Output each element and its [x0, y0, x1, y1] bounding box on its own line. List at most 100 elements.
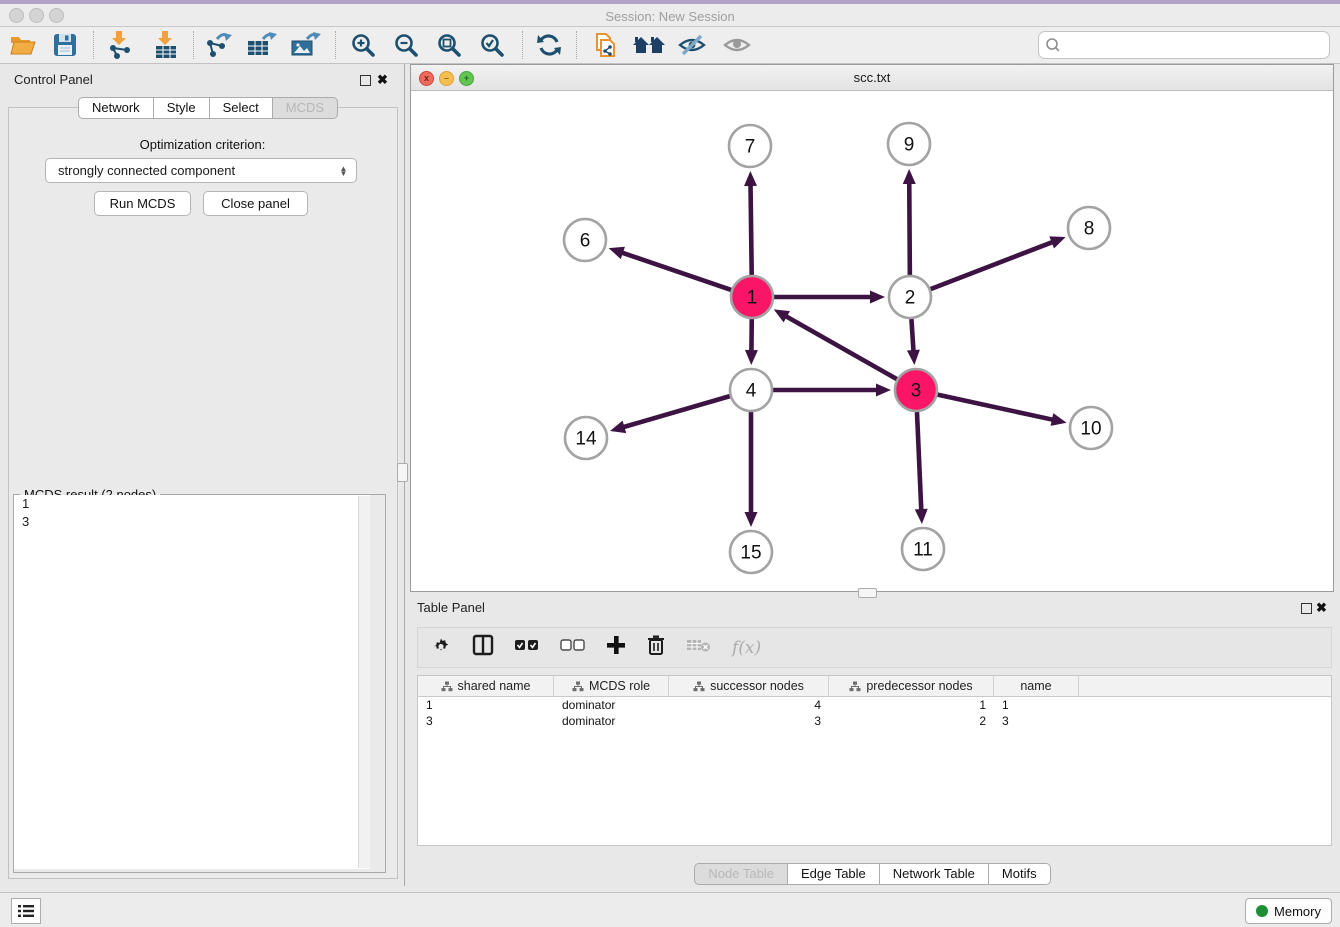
control-panel-float-icon[interactable]	[360, 75, 371, 86]
zoom-in-icon[interactable]	[345, 28, 381, 62]
toolbar-separator	[522, 31, 524, 59]
graph-edge-3-10[interactable]	[937, 395, 1053, 420]
tab-style[interactable]: Style	[154, 97, 210, 119]
mcds-result-scrollbar[interactable]	[358, 496, 370, 868]
show-hidden-icon[interactable]	[719, 28, 755, 62]
table-panel-close-icon[interactable]: ✖	[1316, 600, 1327, 616]
result-item[interactable]: 1	[14, 495, 370, 513]
graph-edge-arrowhead	[610, 421, 626, 433]
graph-edge-arrowhead	[745, 350, 758, 365]
add-column-icon[interactable]	[606, 635, 626, 660]
close-panel-button[interactable]: Close panel	[203, 191, 308, 216]
table-cell[interactable]: 3	[669, 713, 829, 729]
column-header-successor-nodes[interactable]: successor nodes	[669, 676, 829, 696]
graph-edge-4-14[interactable]	[622, 396, 729, 427]
task-history-button[interactable]	[11, 898, 41, 924]
graph-edge-2-8[interactable]	[931, 242, 1054, 289]
result-item[interactable]: 3	[14, 513, 370, 531]
table-row[interactable]: 1dominator411	[418, 697, 1331, 713]
new-network-from-selection-icon[interactable]	[587, 28, 623, 62]
tab-select[interactable]: Select	[210, 97, 273, 119]
column-header-label: name	[1020, 679, 1051, 693]
import-table-icon[interactable]	[148, 28, 184, 62]
table-cell[interactable]: 1	[994, 697, 1079, 713]
graph-edge-1-6[interactable]	[621, 252, 731, 290]
network-window-titlebar[interactable]: x – + scc.txt	[411, 65, 1333, 91]
table-row[interactable]: 3dominator323	[418, 713, 1331, 729]
tab-motifs[interactable]: Motifs	[989, 863, 1051, 885]
graph-edge-arrowhead	[1049, 236, 1065, 248]
tab-mcds[interactable]: MCDS	[273, 97, 338, 119]
criterion-value: strongly connected component	[46, 163, 339, 178]
horizontal-splitter-grip[interactable]	[858, 588, 877, 598]
column-type-icon	[572, 681, 584, 692]
show-all-networks-icon[interactable]	[631, 28, 667, 62]
hide-selected-icon[interactable]	[674, 28, 710, 62]
node-table[interactable]: shared name MCDS rolesuccessor nodesprede…	[417, 675, 1332, 846]
tab-edge-table[interactable]: Edge Table	[788, 863, 880, 885]
dropdown-stepper-icon: ▲▼	[339, 166, 348, 176]
network-canvas-svg[interactable]: 7968124314101511	[411, 90, 1333, 591]
graph-edge-2-9[interactable]	[909, 182, 910, 275]
graph-edge-arrowhead	[1051, 413, 1067, 426]
graph-edge-arrowhead	[907, 350, 920, 365]
table-cell[interactable]: 3	[418, 713, 554, 729]
node-table-body: 1dominator4113dominator323	[418, 697, 1331, 729]
search-field[interactable]	[1038, 31, 1330, 59]
select-all-icon[interactable]	[514, 638, 540, 657]
criterion-dropdown[interactable]: strongly connected component ▲▼	[45, 158, 357, 183]
graph-edge-3-1[interactable]	[785, 316, 897, 379]
control-panel-tabs: NetworkStyleSelectMCDS	[78, 97, 338, 119]
graph-node-label: 10	[1080, 419, 1101, 440]
save-session-icon[interactable]	[47, 28, 83, 62]
memory-button[interactable]: Memory	[1245, 898, 1332, 924]
graph-node-label: 9	[904, 135, 915, 156]
search-input[interactable]	[1065, 37, 1329, 54]
run-mcds-button[interactable]: Run MCDS	[94, 191, 191, 216]
column-header-name[interactable]: name	[994, 676, 1079, 696]
open-session-icon[interactable]	[5, 28, 41, 62]
toolbar-separator	[193, 31, 195, 59]
window-title: Session: New Session	[0, 9, 1340, 24]
graph-edge-arrowhead	[903, 169, 916, 184]
mcds-result-list[interactable]: 13	[14, 495, 370, 869]
control-panel-title: Control Panel	[14, 72, 93, 87]
table-cell[interactable]: 1	[829, 697, 994, 713]
graph-edge-arrowhead	[876, 384, 891, 397]
tab-network[interactable]: Network	[78, 97, 154, 119]
toolbar-separator	[93, 31, 95, 59]
table-cell[interactable]: 4	[669, 697, 829, 713]
zoom-out-icon[interactable]	[388, 28, 424, 62]
table-cell[interactable]: 1	[418, 697, 554, 713]
export-table-icon[interactable]	[244, 28, 280, 62]
table-cell[interactable]: dominator	[554, 697, 669, 713]
export-network-icon[interactable]	[200, 28, 236, 62]
graph-edge-3-11[interactable]	[917, 412, 921, 511]
table-settings-gear-icon[interactable]	[430, 634, 452, 661]
tab-node-table[interactable]: Node Table	[694, 863, 788, 885]
graph-node-label: 11	[913, 540, 933, 561]
column-view-icon[interactable]	[472, 634, 494, 661]
column-header-shared-name[interactable]: shared name	[418, 676, 554, 696]
table-panel-float-icon[interactable]	[1301, 603, 1312, 614]
table-cell[interactable]: dominator	[554, 713, 669, 729]
deselect-all-icon[interactable]	[560, 638, 586, 657]
graph-edge-2-3[interactable]	[911, 319, 913, 352]
column-header-MCDS-role[interactable]: MCDS role	[554, 676, 669, 696]
tab-network-table[interactable]: Network Table	[880, 863, 989, 885]
graph-edge-arrowhead	[915, 509, 928, 524]
vertical-splitter-grip[interactable]	[397, 463, 408, 482]
export-image-icon[interactable]	[288, 28, 324, 62]
refresh-icon[interactable]	[531, 28, 567, 62]
zoom-fit-icon[interactable]	[431, 28, 467, 62]
column-header-label: shared name	[458, 679, 531, 693]
control-panel-close-icon[interactable]: ✖	[377, 72, 388, 88]
column-header-predecessor-nodes[interactable]: predecessor nodes	[829, 676, 994, 696]
zoom-selected-icon[interactable]	[474, 28, 510, 62]
delete-column-icon[interactable]	[646, 634, 666, 661]
graph-edge-1-7[interactable]	[751, 184, 752, 275]
table-cell[interactable]: 2	[829, 713, 994, 729]
table-cell[interactable]: 3	[994, 713, 1079, 729]
main-toolbar	[0, 27, 1340, 64]
import-network-icon[interactable]	[102, 28, 138, 62]
